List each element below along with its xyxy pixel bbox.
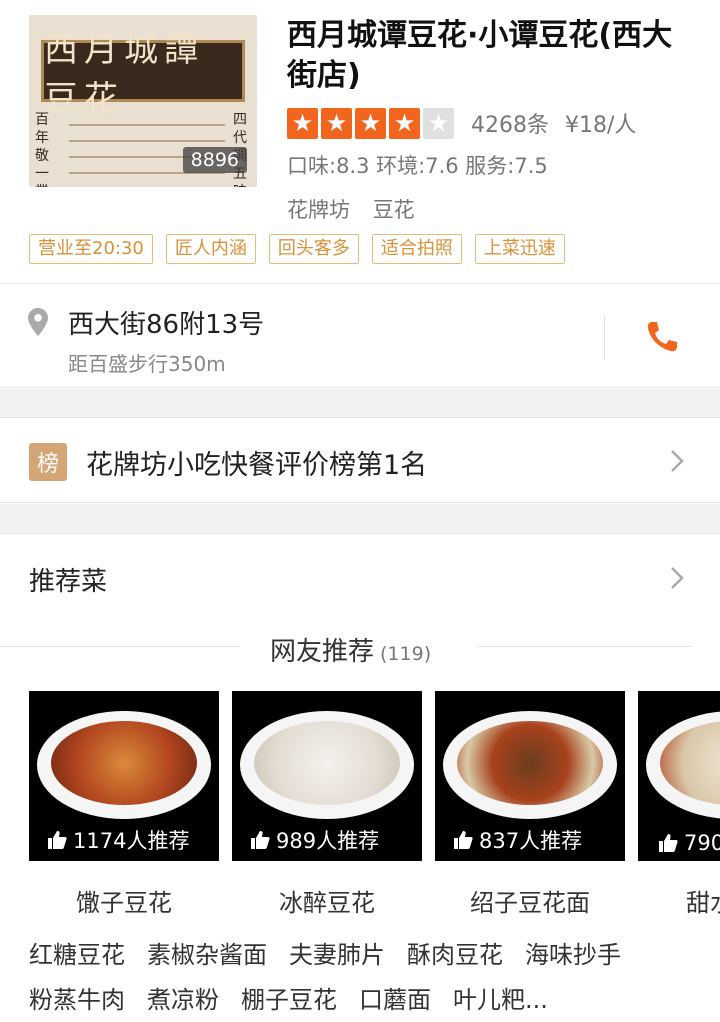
tag-fast-serve: 上菜迅速 xyxy=(474,234,565,264)
star-icon: ★ xyxy=(355,107,386,139)
recommend-count-text: 790 xyxy=(684,831,720,855)
dish-recommend-count: 1174人推荐 xyxy=(47,825,189,855)
tag-craftsman: 匠人内涵 xyxy=(165,234,256,264)
thumbs-up-icon xyxy=(659,834,678,852)
category-district[interactable]: 花牌坊 xyxy=(287,198,350,222)
shop-categories: 花牌坊 豆花 xyxy=(287,194,431,224)
address-divider xyxy=(604,314,605,360)
dish-tag[interactable]: 红糖豆花 xyxy=(29,941,125,969)
netizen-recommend-label: 网友推荐 (119) xyxy=(270,631,431,668)
subheading-count: (119) xyxy=(380,643,432,665)
section-gap xyxy=(0,504,720,534)
shop-cover-photo[interactable]: 西月城譚豆花 百年敬一業 四代調五味 8896 xyxy=(29,15,257,187)
address-street: 西大街86附13号 xyxy=(68,310,265,340)
dish-tag[interactable]: 叶儿粑... xyxy=(453,986,548,1014)
dish-card[interactable]: 1174人推荐 xyxy=(29,691,219,861)
tag-hours: 营业至20:30 xyxy=(29,234,153,264)
score-breakdown: 口味:8.3 环境:7.6 服务:7.5 xyxy=(287,154,548,178)
chevron-right-icon[interactable] xyxy=(670,566,684,590)
recommended-title[interactable]: 推荐菜 xyxy=(29,561,107,598)
tag-photo: 适合拍照 xyxy=(371,234,462,264)
star-icon: ★ xyxy=(287,107,318,139)
shop-header: 西月城譚豆花 百年敬一業 四代調五味 8896 西月城谭豆花·小谭豆花(西大街店… xyxy=(0,0,720,282)
phone-icon[interactable] xyxy=(645,320,679,354)
divider-line xyxy=(0,646,240,647)
ranking-badge: 榜 xyxy=(29,443,67,481)
star-icon: ★ xyxy=(321,107,352,139)
recommend-count-text: 1174人推荐 xyxy=(73,829,190,853)
dish-name[interactable]: 甜水 xyxy=(686,883,720,918)
dish-tag[interactable]: 素椒杂酱面 xyxy=(147,941,267,969)
thumbs-up-icon xyxy=(454,831,473,849)
review-count[interactable]: 4268条 xyxy=(471,107,549,139)
section-gap xyxy=(0,389,720,418)
rating-row: ★ ★ ★ ★ ★ 4268条 ¥18/人 xyxy=(287,107,636,139)
subheading-text: 网友推荐 xyxy=(270,637,375,667)
avg-price: ¥18/人 xyxy=(565,113,637,138)
location-pin-icon xyxy=(28,308,48,336)
sign-text: 西月城譚豆花 xyxy=(44,30,204,119)
dish-tag[interactable]: 棚子豆花 xyxy=(241,986,337,1014)
dish-tag[interactable]: 粉蒸牛肉 xyxy=(29,986,125,1014)
photo-count: 8896 xyxy=(182,147,247,173)
feature-tags: 营业至20:30 匠人内涵 回头客多 适合拍照 上菜迅速 xyxy=(29,234,578,264)
star-icon: ★ xyxy=(423,107,454,139)
dish-card[interactable]: 989人推荐 xyxy=(232,691,422,861)
dish-tag[interactable]: 口蘑面 xyxy=(359,986,431,1014)
recommended-dishes-section: 推荐菜 网友推荐 (119) 1174人推荐 馓子豆花 989人推荐 冰醉豆花 8… xyxy=(0,535,720,1022)
tag-returning: 回头客多 xyxy=(268,234,359,264)
dish-name[interactable]: 绍子豆花面 xyxy=(435,883,625,918)
dish-recommend-count: 989人推荐 xyxy=(250,825,379,855)
netizen-recommend-header: 网友推荐 (119) xyxy=(0,631,720,667)
star-icon: ★ xyxy=(389,107,420,139)
dish-recommend-count: 837人推荐 xyxy=(453,825,582,855)
recommend-count-text: 837人推荐 xyxy=(479,829,583,853)
dish-name[interactable]: 馓子豆花 xyxy=(29,883,219,918)
dish-tag[interactable]: 煮凉粉 xyxy=(147,986,219,1014)
more-dishes-list: 红糖豆花 素椒杂酱面 夫妻肺片 酥肉豆花 海味抄手粉蒸牛肉 煮凉粉 棚子豆花 口蘑面 叶儿粑..… xyxy=(29,933,689,1022)
recommend-count-text: 989人推荐 xyxy=(276,829,380,853)
dish-tag[interactable]: 海味抄手 xyxy=(525,941,621,969)
dish-card[interactable]: 790 xyxy=(638,691,720,861)
divider-line xyxy=(478,646,692,647)
category-type[interactable]: 豆花 xyxy=(373,198,415,222)
shop-sign-image: 西月城譚豆花 xyxy=(41,30,245,119)
dish-card[interactable]: 837人推荐 xyxy=(435,691,625,861)
thumbs-up-icon xyxy=(48,831,67,849)
ranking-row[interactable]: 榜 花牌坊小吃快餐评价榜第1名 xyxy=(0,419,720,503)
dish-tag[interactable]: 酥肉豆花 xyxy=(407,941,503,969)
thumbs-up-icon xyxy=(251,831,270,849)
dish-recommend-count: 790 xyxy=(658,831,720,855)
dish-photo xyxy=(443,711,617,819)
shop-title: 西月城谭豆花·小谭豆花(西大街店) xyxy=(287,18,673,93)
address-row[interactable]: 西大街86附13号 距百盛步行350m xyxy=(0,283,720,388)
address-distance: 距百盛步行350m xyxy=(68,352,226,376)
dish-photo xyxy=(37,711,211,819)
dish-name[interactable]: 冰醉豆花 xyxy=(232,883,422,918)
ranking-text: 花牌坊小吃快餐评价榜第1名 xyxy=(86,450,428,481)
dish-photo xyxy=(240,711,414,819)
dish-photo xyxy=(646,711,720,819)
chevron-right-icon xyxy=(671,450,684,472)
dish-tag[interactable]: 夫妻肺片 xyxy=(289,941,385,969)
